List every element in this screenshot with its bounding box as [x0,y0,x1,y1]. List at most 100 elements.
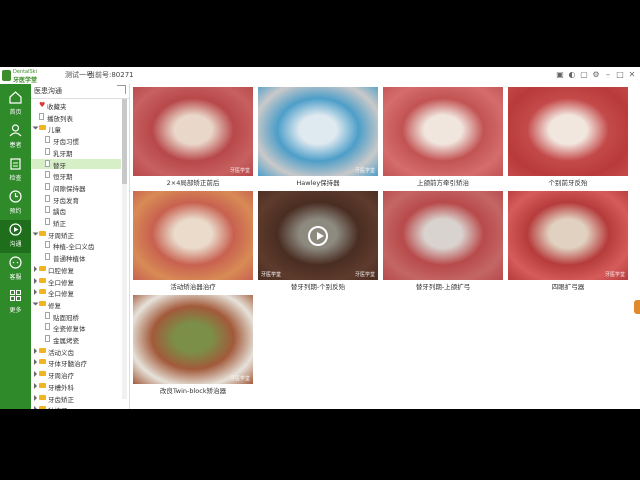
video-card[interactable]: 牙医学堂 牙医学堂 替牙列期-个别反殆 [258,191,378,294]
tree-item[interactable]: 口腔修复 [31,264,121,275]
tree-item[interactable]: ♥ 收藏夹 [31,100,121,111]
thumbnail[interactable] [383,191,503,280]
tree-item-label: 间隙保持器 [53,184,86,193]
tree-item[interactable]: 间隙保持器 [31,182,121,193]
tree-scrollbar[interactable] [122,99,127,399]
maximize-icon[interactable]: □ [616,70,624,79]
tree-item[interactable]: 金属烤瓷 [31,334,121,345]
chevron-down-icon[interactable] [32,302,39,306]
tree-item[interactable]: 种植牙 [31,404,121,409]
tree-item-label: 修复 [48,301,61,310]
play-button-icon[interactable] [308,226,328,246]
chevron-right-icon[interactable] [34,406,37,409]
tree-item-label: 恒牙期 [53,173,73,182]
folder-icon [39,371,46,377]
nav-more[interactable]: 更多 [0,286,31,319]
folder-icon [39,300,46,306]
chevron-right-icon[interactable] [34,359,37,366]
tree-item[interactable]: 贴面冠桥 [31,311,121,322]
tree-item[interactable]: 牙体牙髓治疗 [31,357,121,368]
image-card[interactable]: 上颌前方牵引矫治 [383,87,503,190]
nav-service-label: 客服 [9,274,22,281]
tree-item-label: 普通种植体 [53,255,86,264]
image-card[interactable]: 活动矫治器治疗 [133,191,253,294]
chevron-right-icon[interactable] [34,265,37,272]
thumbnail[interactable]: 牙医学堂 [133,87,253,176]
close-icon[interactable]: ✕ [628,70,636,79]
nav-service[interactable]: 客服 [0,253,31,286]
chevron-right-icon[interactable] [34,277,37,284]
tree-item[interactable]: 牙齿发育 [31,194,121,205]
tree-item-label: 全口修复 [48,290,74,299]
tree-item-label: 牙齿发育 [53,196,79,205]
image-card[interactable]: 替牙列期-上颌扩弓 [383,191,503,294]
nav-appointment[interactable]: 预约 [0,187,31,220]
tree-item[interactable]: 恒牙期 [31,170,121,182]
tree-item[interactable]: 播放列表 [31,112,121,123]
document-icon [45,194,50,202]
image-card[interactable]: 牙医学堂 2×4局部矫正前后 [133,87,253,190]
tree-item[interactable]: 矫正 [31,217,121,228]
chevron-right-icon[interactable] [34,289,37,296]
nav-patients[interactable]: 患者 [0,121,31,154]
thumbnail[interactable]: 牙医学堂 [133,295,253,384]
tree-item[interactable]: 儿童 [31,123,121,134]
tree-item-label: 替牙 [53,161,66,170]
tree-item[interactable]: 牙周治疗 [31,369,121,381]
tree-item-label: 龋齿 [53,208,66,217]
nav-home[interactable]: 首页 [0,88,31,121]
thumbnail[interactable] [508,87,628,176]
skin-icon[interactable]: ◐ [568,70,576,79]
chevron-right-icon[interactable] [34,371,37,378]
lock-icon[interactable]: ▢ [580,70,588,79]
chevron-down-icon[interactable] [32,232,39,236]
image-icon[interactable]: ▣ [556,70,564,79]
tree-item[interactable]: 全瓷修复体 [31,322,121,333]
tree-item[interactable]: 修复 [31,299,121,310]
collapse-icon[interactable] [117,85,126,94]
current-number-tab[interactable]: 当前号:80271 [88,70,134,80]
image-card[interactable]: 牙医学堂 改良Twin-block矫治器 [133,295,253,398]
tree-item[interactable]: 普通种植体 [31,252,121,264]
settings-icon[interactable]: ⚙ [592,70,600,79]
image-card[interactable]: 牙医学堂 四眼扩弓器 [508,191,628,294]
side-float-button[interactable] [634,300,640,314]
minimize-icon[interactable]: – [604,70,612,79]
nav-communication[interactable]: 沟通 [0,220,31,253]
tree-item[interactable]: 种植-全口义齿 [31,240,121,251]
video-badge: 牙医学堂 [261,272,282,278]
thumbnail[interactable] [133,191,253,280]
chevron-right-icon[interactable] [34,382,37,389]
chevron-right-icon[interactable] [34,394,37,401]
tree-item[interactable]: 全口修复 [31,287,121,299]
tree-item[interactable]: 活动义齿 [31,346,121,357]
watermark: 牙医学堂 [229,168,250,174]
tree-item[interactable]: 牙齿矫正 [31,393,121,404]
thumbnail[interactable]: 牙医学堂 [508,191,628,280]
tree-item[interactable]: 牙齿习惯 [31,135,121,146]
tree-item[interactable]: 龋齿 [31,205,121,217]
chevron-right-icon[interactable] [34,347,37,354]
tree-item-label: 全口修复 [48,278,74,287]
tree-item[interactable]: 替牙 [31,158,121,170]
scrollbar-thumb[interactable] [122,99,127,184]
tree-item[interactable]: 全口修复 [31,276,121,287]
tree-item-label: 牙齿矫正 [48,395,74,404]
image-card[interactable]: 牙医学堂 Hawley保持器 [258,87,378,190]
image-card[interactable]: 个别前牙反殆 [508,87,628,190]
media-gallery: 牙医学堂 2×4局部矫正前后 牙医学堂 Hawley保持器 上颌前方牵引矫治 个别前牙反殆… [130,84,640,409]
document-icon [45,218,50,225]
person-icon [9,124,22,137]
tree-item-label: 金属烤瓷 [53,337,79,345]
tree-item[interactable]: 牙周矫正 [31,229,121,240]
home-icon [9,91,22,104]
thumbnail[interactable]: 牙医学堂 牙医学堂 [258,191,378,280]
thumbnail[interactable] [383,87,503,176]
thumbnail[interactable]: 牙医学堂 [258,87,378,176]
tree-item[interactable]: 牙槽外科 [31,381,121,392]
tree-item[interactable]: 乳牙期 [31,147,121,158]
folder-icon [39,394,46,400]
tree-item-label: 牙周治疗 [48,372,74,381]
chevron-down-icon[interactable] [32,126,39,130]
nav-exam[interactable]: 检查 [0,154,31,187]
